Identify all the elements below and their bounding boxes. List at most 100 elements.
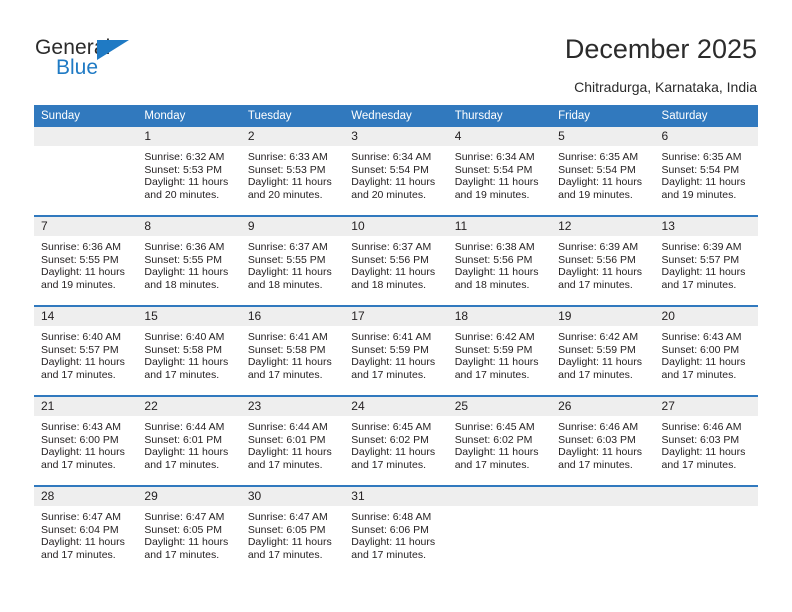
sunset-text: Sunset: 5:53 PM xyxy=(144,163,223,176)
calendar-day-cell[interactable]: 7 Sunrise: 6:36 AM Sunset: 5:55 PM Daylight… xyxy=(34,215,138,306)
general-blue-logo[interactable]: General Blue xyxy=(35,36,165,82)
sunrise-text: Sunrise: 6:46 AM xyxy=(661,421,742,433)
sunset-text: Sunset: 5:58 PM xyxy=(144,343,223,356)
day-cell-inner: 29 Sunrise: 6:47 AM Sunset: 6:05 PM Dayligh… xyxy=(137,487,241,575)
calendar-day-cell[interactable]: 31 Sunrise: 6:48 AM Sunset: 6:06 PM Dayligh… xyxy=(344,485,448,575)
day-number: 14 xyxy=(34,307,138,326)
daylight-text: Daylight: 11 hours and 17 minutes. xyxy=(454,356,539,381)
day-number: 24 xyxy=(344,397,448,416)
calendar-day-cell[interactable]: 30 Sunrise: 6:47 AM Sunset: 6:05 PM Dayligh… xyxy=(240,485,345,575)
day-sun-info: Sunrise: 6:33 AM Sunset: 5:53 PM Daylight:… xyxy=(241,146,344,201)
calendar-day-cell[interactable]: 17 Sunrise: 6:41 AM Sunset: 5:59 PM Dayligh… xyxy=(344,305,448,396)
calendar-day-cell[interactable]: 26 Sunrise: 6:46 AM Sunset: 6:03 PM Dayligh… xyxy=(551,395,655,486)
calendar-day-cell[interactable]: 27 Sunrise: 6:46 AM Sunset: 6:03 PM Dayligh… xyxy=(654,395,758,486)
day-number: 26 xyxy=(551,397,655,416)
calendar-day-cell[interactable] xyxy=(654,485,758,575)
calendar-day-cell[interactable] xyxy=(34,127,138,216)
daylight-text: Daylight: 11 hours and 19 minutes. xyxy=(558,176,642,201)
calendar-day-cell[interactable]: 23 Sunrise: 6:44 AM Sunset: 6:01 PM Dayligh… xyxy=(240,395,345,486)
calendar-day-cell[interactable]: 22 Sunrise: 6:44 AM Sunset: 6:01 PM Dayligh… xyxy=(137,395,241,486)
day-cell-inner: 24 Sunrise: 6:45 AM Sunset: 6:02 PM Dayligh… xyxy=(344,397,448,485)
sunrise-text: Sunrise: 6:42 AM xyxy=(454,331,535,343)
sunset-text: Sunset: 5:58 PM xyxy=(247,343,326,356)
day-number: 11 xyxy=(447,217,552,236)
day-sun-info: Sunrise: 6:35 AM Sunset: 5:54 PM Daylight:… xyxy=(551,146,654,201)
calendar-day-cell[interactable]: 24 Sunrise: 6:45 AM Sunset: 6:02 PM Dayligh… xyxy=(344,395,448,486)
calendar-day-cell[interactable]: 28 Sunrise: 6:47 AM Sunset: 6:04 PM Dayligh… xyxy=(34,485,138,575)
weekday-header-friday: Friday xyxy=(551,105,655,127)
day-cell-inner: 9 Sunrise: 6:37 AM Sunset: 5:55 PM Daylight… xyxy=(240,217,345,305)
calendar-day-cell[interactable]: 12 Sunrise: 6:39 AM Sunset: 5:56 PM Dayligh… xyxy=(551,215,655,306)
calendar-day-cell[interactable]: 11 Sunrise: 6:38 AM Sunset: 5:56 PM Dayligh… xyxy=(447,215,552,306)
day-cell-inner: 27 Sunrise: 6:46 AM Sunset: 6:03 PM Dayligh… xyxy=(654,397,758,485)
daylight-text: Daylight: 11 hours and 20 minutes. xyxy=(247,176,332,201)
calendar-day-cell[interactable]: 21 Sunrise: 6:43 AM Sunset: 6:00 PM Dayligh… xyxy=(34,395,138,486)
sunrise-text: Sunrise: 6:42 AM xyxy=(558,331,639,343)
day-number: 6 xyxy=(654,127,758,146)
calendar-day-cell[interactable]: 16 Sunrise: 6:41 AM Sunset: 5:58 PM Dayligh… xyxy=(240,305,345,396)
calendar-day-cell[interactable]: 20 Sunrise: 6:43 AM Sunset: 6:00 PM Dayligh… xyxy=(654,305,758,396)
sunset-text: Sunset: 6:03 PM xyxy=(558,433,636,446)
day-sun-info: Sunrise: 6:40 AM Sunset: 5:57 PM Daylight:… xyxy=(34,326,137,381)
day-number xyxy=(447,487,552,506)
daylight-text: Daylight: 11 hours and 17 minutes. xyxy=(661,356,746,381)
calendar-week-row: 28 Sunrise: 6:47 AM Sunset: 6:04 PM Dayligh… xyxy=(34,485,758,575)
calendar-day-cell[interactable] xyxy=(551,485,655,575)
day-number: 9 xyxy=(240,217,345,236)
day-sun-info: Sunrise: 6:39 AM Sunset: 5:56 PM Daylight:… xyxy=(551,236,654,291)
calendar-day-cell[interactable]: 1 Sunrise: 6:32 AM Sunset: 5:53 PM Daylight… xyxy=(137,127,241,216)
day-cell-inner xyxy=(447,487,552,575)
calendar-day-cell[interactable] xyxy=(447,485,552,575)
page-subtitle: Chitradurga, Karnataka, India xyxy=(574,79,757,95)
day-sun-info: Sunrise: 6:42 AM Sunset: 5:59 PM Daylight:… xyxy=(551,326,654,381)
calendar-day-cell[interactable]: 29 Sunrise: 6:47 AM Sunset: 6:05 PM Dayligh… xyxy=(137,485,241,575)
day-cell-inner xyxy=(654,487,758,575)
sunset-text: Sunset: 6:00 PM xyxy=(41,433,119,446)
day-cell-inner: 25 Sunrise: 6:45 AM Sunset: 6:02 PM Dayligh… xyxy=(447,397,552,485)
day-sun-info: Sunrise: 6:34 AM Sunset: 5:54 PM Daylight:… xyxy=(344,146,447,201)
sunrise-text: Sunrise: 6:40 AM xyxy=(144,331,225,343)
calendar-day-cell[interactable]: 6 Sunrise: 6:35 AM Sunset: 5:54 PM Daylight… xyxy=(654,127,758,216)
day-number xyxy=(654,487,758,506)
sunset-text: Sunset: 6:05 PM xyxy=(144,523,223,536)
calendar-day-cell[interactable]: 10 Sunrise: 6:37 AM Sunset: 5:56 PM Dayligh… xyxy=(344,215,448,306)
day-number: 29 xyxy=(137,487,241,506)
sunrise-text: Sunrise: 6:36 AM xyxy=(41,241,121,253)
sunset-text: Sunset: 5:56 PM xyxy=(454,253,533,266)
day-sun-info: Sunrise: 6:37 AM Sunset: 5:56 PM Daylight:… xyxy=(344,236,447,291)
calendar-day-cell[interactable]: 14 Sunrise: 6:40 AM Sunset: 5:57 PM Dayligh… xyxy=(34,305,138,396)
calendar-day-cell[interactable]: 18 Sunrise: 6:42 AM Sunset: 5:59 PM Dayligh… xyxy=(447,305,552,396)
sunset-text: Sunset: 6:04 PM xyxy=(41,523,119,536)
calendar-day-cell[interactable]: 4 Sunrise: 6:34 AM Sunset: 5:54 PM Daylight… xyxy=(447,127,552,216)
sunset-text: Sunset: 5:57 PM xyxy=(41,343,119,356)
day-sun-info: Sunrise: 6:44 AM Sunset: 6:01 PM Daylight:… xyxy=(241,416,344,471)
day-number: 22 xyxy=(137,397,241,416)
sunset-text: Sunset: 6:02 PM xyxy=(454,433,533,446)
day-cell-inner: 7 Sunrise: 6:36 AM Sunset: 5:55 PM Daylight… xyxy=(34,217,138,305)
day-number: 12 xyxy=(551,217,655,236)
page-header: General Blue December 2025 Chitradurga, … xyxy=(0,0,792,96)
day-cell-inner xyxy=(34,127,138,215)
daylight-text: Daylight: 11 hours and 17 minutes. xyxy=(351,536,436,561)
day-cell-inner: 10 Sunrise: 6:37 AM Sunset: 5:56 PM Dayligh… xyxy=(344,217,448,305)
daylight-text: Daylight: 11 hours and 18 minutes. xyxy=(454,266,539,291)
calendar-day-cell[interactable]: 25 Sunrise: 6:45 AM Sunset: 6:02 PM Dayligh… xyxy=(447,395,552,486)
calendar-day-cell[interactable]: 9 Sunrise: 6:37 AM Sunset: 5:55 PM Daylight… xyxy=(240,215,345,306)
sunrise-text: Sunrise: 6:33 AM xyxy=(247,151,328,163)
sunrise-text: Sunrise: 6:32 AM xyxy=(144,151,225,163)
day-sun-info: Sunrise: 6:45 AM Sunset: 6:02 PM Daylight:… xyxy=(448,416,551,471)
calendar-day-cell[interactable]: 13 Sunrise: 6:39 AM Sunset: 5:57 PM Dayligh… xyxy=(654,215,758,306)
sunset-text: Sunset: 5:59 PM xyxy=(351,343,429,356)
day-number: 1 xyxy=(137,127,241,146)
calendar-day-cell[interactable]: 19 Sunrise: 6:42 AM Sunset: 5:59 PM Dayligh… xyxy=(551,305,655,396)
calendar-day-cell[interactable]: 15 Sunrise: 6:40 AM Sunset: 5:58 PM Dayligh… xyxy=(137,305,241,396)
sunset-text: Sunset: 6:05 PM xyxy=(247,523,326,536)
calendar-day-cell[interactable]: 3 Sunrise: 6:34 AM Sunset: 5:54 PM Daylight… xyxy=(344,127,448,216)
daylight-text: Daylight: 11 hours and 17 minutes. xyxy=(144,536,229,561)
calendar-day-cell[interactable]: 8 Sunrise: 6:36 AM Sunset: 5:55 PM Daylight… xyxy=(137,215,241,306)
daylight-text: Daylight: 11 hours and 18 minutes. xyxy=(144,266,229,291)
sunrise-text: Sunrise: 6:45 AM xyxy=(454,421,535,433)
calendar-day-cell[interactable]: 5 Sunrise: 6:35 AM Sunset: 5:54 PM Daylight… xyxy=(551,127,655,216)
calendar-week-row: 7 Sunrise: 6:36 AM Sunset: 5:55 PM Daylight… xyxy=(34,215,758,306)
calendar-day-cell[interactable]: 2 Sunrise: 6:33 AM Sunset: 5:53 PM Daylight… xyxy=(240,127,345,216)
